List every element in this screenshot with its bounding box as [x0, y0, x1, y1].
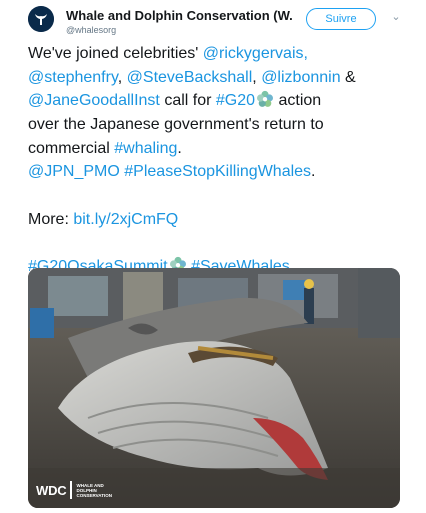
tweet-line: commercial #whaling. — [28, 137, 414, 161]
hashtag-link[interactable]: #G20 — [216, 92, 255, 109]
tweet-text-segment: . — [177, 139, 182, 157]
tweet-text-segment: commercial — [28, 139, 115, 157]
tweet-header: Whale and Dolphin Conservation (W... @wh… — [28, 6, 414, 42]
mention-link[interactable]: @JPN_PMO — [28, 163, 120, 180]
avatar[interactable] — [28, 6, 54, 32]
whale-tail-logo-icon — [28, 6, 54, 32]
mention-link[interactable]: @stephenfry — [28, 69, 118, 86]
follow-button[interactable]: Suivre — [306, 8, 376, 30]
wdc-logo-divider — [70, 481, 73, 499]
url-link[interactable]: bit.ly/2xjCmFQ — [73, 211, 178, 228]
wdc-logo-subtitle: WHALE AND DOLPHIN CONSERVATION — [76, 483, 112, 498]
tweet-text-segment: & — [340, 68, 356, 86]
tweet-line: We've joined celebrities' @rickygervais, — [28, 42, 414, 66]
wdc-logo-letters: WDC — [36, 482, 67, 498]
tweet-text-segment: . — [311, 163, 316, 181]
hashtag-link[interactable]: #whaling — [114, 140, 177, 157]
hashtag-link[interactable]: #PleaseStopKillingWhales — [124, 163, 311, 180]
chevron-down-icon[interactable]: ⌄ — [390, 11, 402, 23]
tweet-line: @stephenfry, @SteveBackshall, @lizbonnin… — [28, 66, 414, 90]
account-names: Whale and Dolphin Conservation (W... @wh… — [66, 8, 292, 36]
tweet-text-segment: , — [117, 68, 127, 86]
tweet-line: More: bit.ly/2xjCmFQ — [28, 208, 414, 232]
tweet-text-segment: action — [274, 92, 322, 110]
tweet-text-segment: , — [252, 68, 262, 86]
whale-on-deck-photo — [28, 268, 400, 508]
tweet-line: @JPN_PMO #PleaseStopKillingWhales. — [28, 160, 414, 184]
tweet-text-segment: More: — [28, 210, 74, 228]
account-handle[interactable]: @whalesorg — [66, 24, 292, 36]
g20-flower-icon — [257, 91, 274, 108]
wdc-logo-sub-line: CONSERVATION — [76, 492, 112, 498]
tweet-text-segment: call for — [159, 92, 216, 110]
mention-link[interactable]: @lizbonnin — [261, 69, 340, 86]
tweet-line: @JaneGoodallInst call for #G20 action — [28, 89, 414, 113]
wdc-logo: WDC WHALE AND DOLPHIN CONSERVATION — [36, 478, 112, 502]
tweet-line: over the Japanese government's return to — [28, 116, 324, 134]
tweet-photo[interactable]: WDC WHALE AND DOLPHIN CONSERVATION — [28, 268, 400, 508]
mention-link[interactable]: @rickygervais, — [203, 45, 308, 62]
display-name[interactable]: Whale and Dolphin Conservation (W... — [66, 8, 292, 24]
tweet-text-segment: We've joined celebrities' — [28, 45, 203, 62]
mention-link[interactable]: @JaneGoodallInst — [28, 92, 160, 109]
tweet-text: We've joined celebrities' @rickygervais,… — [28, 42, 414, 279]
mention-link[interactable]: @SteveBackshall — [127, 69, 253, 86]
